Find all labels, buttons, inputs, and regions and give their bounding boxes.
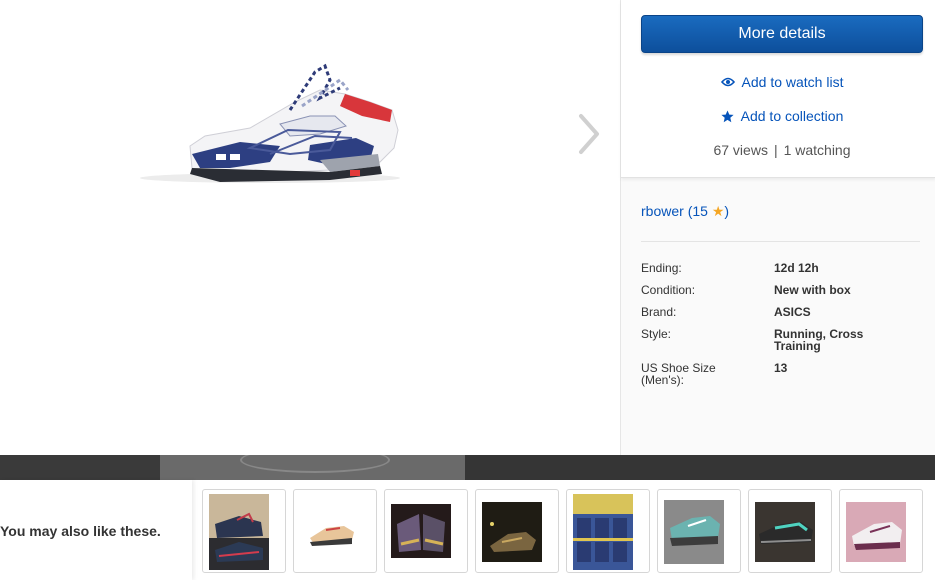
recommendations-header: You may also like these.	[0, 480, 192, 580]
thumbnail-image	[846, 494, 906, 570]
thumbnail-image	[209, 494, 269, 570]
spec-value: 13	[774, 361, 788, 375]
spec-value: New with box	[774, 283, 851, 297]
thumbnail-image	[755, 494, 815, 570]
recommendation-thumbnail[interactable]	[384, 489, 468, 573]
product-image-area	[0, 0, 620, 455]
seller-close-paren: )	[724, 203, 730, 219]
item-stats: 67 views | 1 watching	[641, 142, 923, 158]
spec-label: Style:	[641, 327, 672, 341]
spec-label: Ending:	[641, 261, 682, 275]
recommendations-bar: You may also like these.	[0, 480, 935, 580]
views-count: 67 views	[713, 142, 768, 158]
seller-info: rbower (15 ★)	[641, 203, 729, 220]
thumbnail-image	[300, 494, 360, 570]
watch-list-label: Add to watch list	[741, 74, 844, 90]
recommendations-title: You may also like these.	[0, 523, 161, 539]
spec-label: US Shoe Size (Men's):	[641, 361, 716, 387]
spec-label: Brand:	[641, 305, 677, 319]
recommendation-thumbnail[interactable]	[293, 489, 377, 573]
recommendation-thumbnail[interactable]	[839, 489, 923, 573]
add-to-watch-list-link[interactable]: Add to watch list	[641, 73, 923, 91]
stats-separator: |	[773, 142, 778, 158]
eye-icon	[720, 77, 735, 87]
recommendation-thumbnail[interactable]	[475, 489, 559, 573]
spec-value: 12d 12h	[774, 261, 819, 275]
listing-page: More details Add to watch list Add to co…	[0, 0, 935, 580]
thumbnail-image	[573, 494, 633, 570]
thumbnail-image	[482, 494, 542, 570]
details-divider	[641, 241, 920, 242]
spec-label: Condition:	[641, 283, 696, 297]
chevron-right-icon	[579, 114, 599, 154]
recommendation-thumbnail[interactable]	[748, 489, 832, 573]
star-icon	[721, 110, 734, 123]
actions-box: More details Add to watch list Add to co…	[621, 0, 935, 178]
next-image-button[interactable]	[572, 110, 606, 158]
seller-name-link[interactable]: rbower	[641, 203, 684, 219]
recommendation-thumbnail[interactable]	[202, 489, 286, 573]
product-image-shoe[interactable]	[130, 50, 410, 190]
seller-feedback-score[interactable]: 15	[692, 203, 708, 219]
spec-value: Running, Cross Training	[774, 327, 864, 353]
thumbnail-image	[391, 494, 451, 570]
spec-value: ASICS	[774, 305, 811, 319]
recommendation-thumbnail[interactable]	[566, 489, 650, 573]
feedback-star-icon: ★	[711, 203, 725, 219]
watching-count: 1 watching	[783, 142, 851, 158]
thumbnail-image	[664, 494, 724, 570]
background-banner-strip	[0, 455, 935, 480]
add-to-collection-link[interactable]: Add to collection	[641, 107, 923, 125]
collection-label: Add to collection	[740, 108, 844, 124]
recommendation-thumbnail[interactable]	[657, 489, 741, 573]
details-panel: More details Add to watch list Add to co…	[620, 0, 935, 455]
more-details-button[interactable]: More details	[641, 15, 923, 53]
